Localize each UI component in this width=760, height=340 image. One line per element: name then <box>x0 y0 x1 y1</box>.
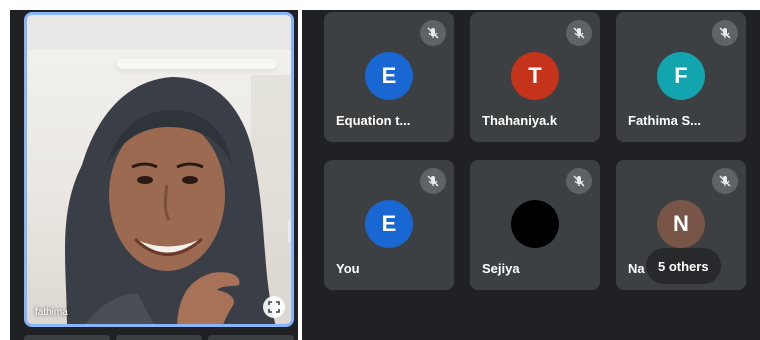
mic-off-icon <box>566 168 592 194</box>
mic-off-icon <box>712 20 738 46</box>
participant-tile[interactable]: T Thahaniya.k <box>470 12 600 142</box>
participant-name: Fathima S... <box>628 113 701 128</box>
participant-name: Sejiya <box>482 261 520 276</box>
participant-tile[interactable]: F Fathima S... <box>616 12 746 142</box>
mic-off-icon <box>420 20 446 46</box>
panel-divider <box>298 10 302 340</box>
participant-tile[interactable]: E You <box>324 160 454 290</box>
avatar: T <box>511 52 559 100</box>
participant-tile[interactable]: E Equation t... <box>324 12 454 142</box>
avatar: E <box>365 52 413 100</box>
others-button[interactable]: 5 others <box>646 248 721 284</box>
participant-name: Thahaniya.k <box>482 113 558 128</box>
mic-off-icon <box>420 168 446 194</box>
mic-off-icon <box>566 20 592 46</box>
avatar: F <box>657 52 705 100</box>
mic-off-icon <box>712 168 738 194</box>
expand-icon[interactable] <box>263 296 285 318</box>
avatar: E <box>365 200 413 248</box>
filmstrip-peek <box>24 335 294 340</box>
participant-tile[interactable]: Sejiya <box>470 160 600 290</box>
avatar <box>511 200 559 248</box>
participant-name: Na <box>628 261 645 276</box>
meeting-stage: fathima E Equation t... T Thahaniya.k F … <box>10 10 760 340</box>
participant-name: Equation t... <box>336 113 411 128</box>
pinned-video-tile[interactable]: fathima <box>24 12 294 327</box>
resize-handle[interactable] <box>288 220 291 242</box>
participant-name: You <box>336 261 360 276</box>
participant-video-feed <box>65 77 276 324</box>
pinned-participant-name: fathima <box>35 307 68 318</box>
participant-tile[interactable]: N Na 5 others <box>616 160 746 290</box>
avatar: N <box>657 200 705 248</box>
